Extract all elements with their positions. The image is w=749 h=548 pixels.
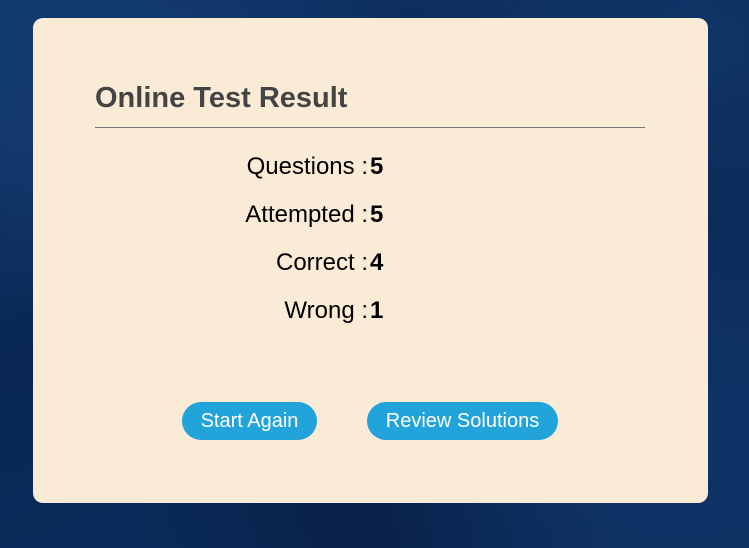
stat-row-attempted: Attempted : 5 xyxy=(33,198,708,246)
stat-label-correct: Correct : xyxy=(275,249,368,276)
start-again-button[interactable]: Start Again xyxy=(182,402,317,440)
stat-label-questions: Questions : xyxy=(246,153,368,180)
page-title: Online Test Result xyxy=(95,82,348,114)
stat-row-correct: Correct : 4 xyxy=(33,246,708,294)
result-card: Online Test Result Questions : 5 Attempt… xyxy=(33,18,708,503)
stat-value-wrong: 1 xyxy=(370,297,384,324)
stat-value-questions: 5 xyxy=(370,153,384,180)
stat-value-attempted: 5 xyxy=(370,201,384,228)
title-divider xyxy=(95,127,645,128)
stat-row-wrong: Wrong : 1 xyxy=(33,294,708,342)
review-solutions-button[interactable]: Review Solutions xyxy=(367,402,558,440)
stat-label-attempted: Attempted : xyxy=(245,201,368,228)
stat-label-wrong: Wrong : xyxy=(284,297,368,324)
stats-list: Questions : 5 Attempted : 5 Correct : 4 … xyxy=(33,150,708,342)
page-background: { "result": { "title": "Online Test Resu… xyxy=(0,0,749,548)
stat-row-questions: Questions : 5 xyxy=(33,150,708,198)
stat-value-correct: 4 xyxy=(370,249,384,276)
